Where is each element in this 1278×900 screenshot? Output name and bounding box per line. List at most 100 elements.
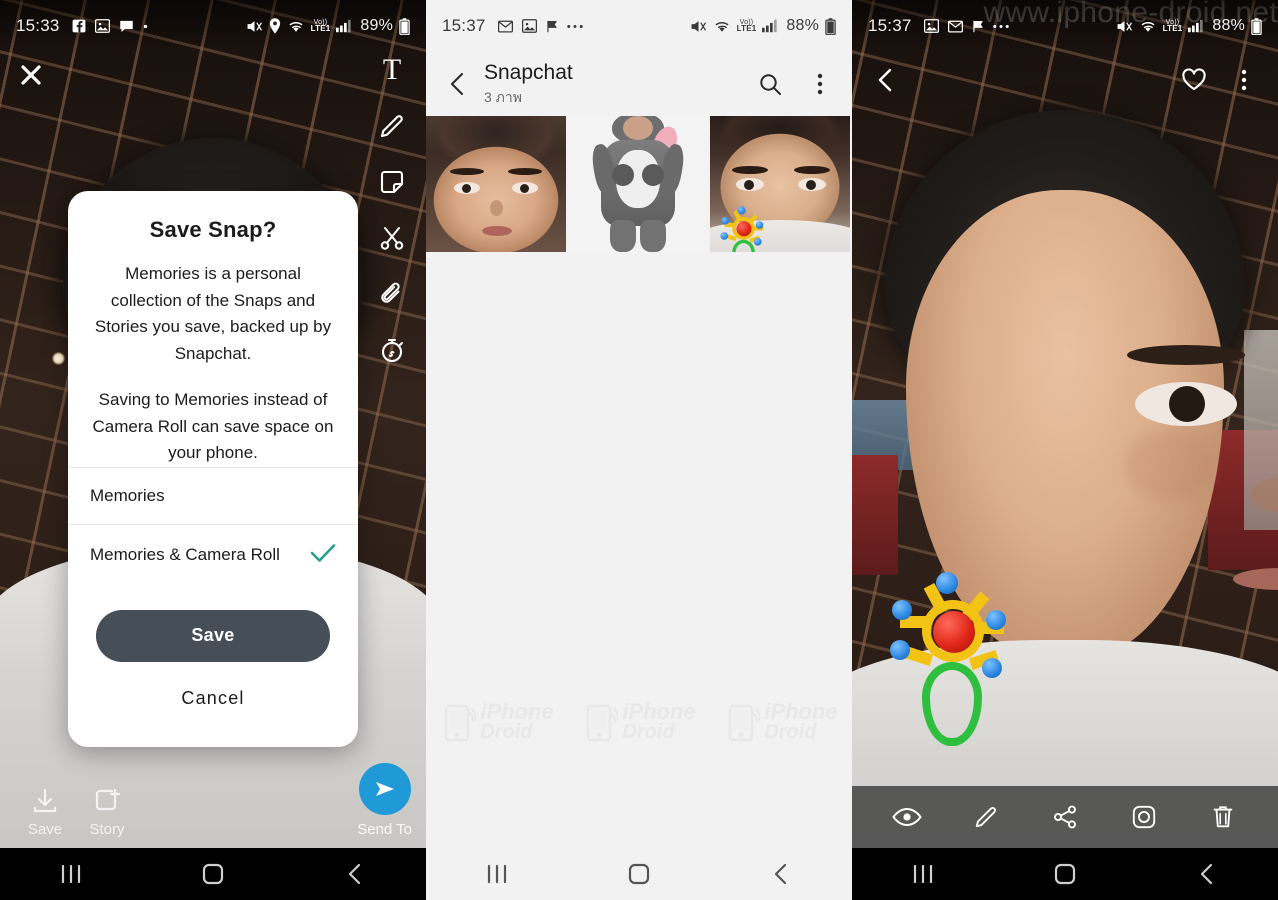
sticker-tool[interactable] (372, 162, 412, 202)
camera-icon (1132, 805, 1155, 829)
album-title: Snapchat (484, 61, 573, 84)
instagram-button[interactable] (1124, 797, 1164, 837)
add-story-icon (95, 788, 121, 811)
save-action[interactable]: Save (14, 786, 76, 838)
dialog-save-button[interactable]: Save (96, 609, 330, 662)
back-icon[interactable] (440, 66, 476, 102)
save-snap-dialog: Save Snap? Memories is a personal collec… (68, 191, 358, 747)
gmail-icon (497, 20, 513, 33)
editor-tool-rail: T (366, 50, 418, 370)
draw-tool[interactable] (372, 106, 412, 146)
three-phone-screenshots: 15:33 Vo)) LTE1 89% T Save Story Send To… (0, 0, 1278, 900)
share-button[interactable] (1045, 797, 1085, 837)
dialog-cancel-button[interactable]: Cancel (96, 662, 330, 737)
story-action-label: Story (89, 821, 125, 838)
wifi-icon (713, 19, 731, 33)
thumbnail-child-panda-costume[interactable] (568, 116, 708, 252)
home-icon[interactable] (185, 854, 241, 894)
gallery-actions (752, 66, 838, 102)
panel-snapchat-editor: 15:33 Vo)) LTE1 89% T Save Story Send To… (0, 0, 426, 900)
dialog-title: Save Snap? (149, 217, 277, 242)
pencil-icon (975, 807, 997, 828)
thumbnail-image (568, 116, 708, 252)
gallery-icon (923, 19, 939, 33)
option-memories[interactable]: Memories (68, 466, 358, 524)
status-bar: 15:37 Vo)) LTE1 88% (426, 0, 852, 52)
dialog-paragraph-2: Saving to Memories instead of Camera Rol… (92, 390, 334, 462)
check-icon (310, 543, 336, 568)
panel-photo-viewer: www.iphone-droid.net 15:37 (852, 0, 1278, 900)
option-memories-and-camera-roll[interactable]: Memories & Camera Roll (68, 523, 358, 586)
battery-icon (1251, 17, 1262, 35)
send-to-label: Send To (357, 821, 412, 838)
delete-button[interactable] (1203, 797, 1243, 837)
android-navigation-bar (852, 848, 1278, 900)
recents-icon[interactable] (895, 854, 951, 894)
album-count: 3 ภาพ (484, 89, 522, 105)
mute-icon (690, 19, 707, 34)
back-icon[interactable] (866, 60, 906, 100)
volte-icon: Vo)) LTE1 (1162, 19, 1183, 33)
text-tool[interactable]: T (372, 50, 412, 90)
mute-icon (246, 19, 263, 34)
more-vertical-icon[interactable] (802, 66, 838, 102)
more-vertical-icon[interactable] (1224, 60, 1264, 100)
battery-percent: 88% (1212, 17, 1245, 34)
dialog-actions: Save Cancel (68, 586, 358, 747)
viewer-bottom-toolbar (852, 786, 1278, 848)
share-icon (1054, 805, 1076, 829)
location-icon (269, 18, 281, 34)
eye-icon (892, 807, 923, 827)
signal-icon (762, 19, 778, 33)
flag-icon (546, 20, 558, 33)
save-action-label: Save (27, 821, 63, 838)
dialog-body: Memories is a personal collection of the… (68, 247, 358, 467)
send-icon (358, 763, 411, 815)
volte-icon: Vo)) LTE1 (310, 19, 331, 33)
more-dots-icon (566, 24, 583, 29)
recents-icon[interactable] (469, 854, 525, 894)
view-details-button[interactable] (887, 797, 927, 837)
android-navigation-bar (426, 848, 852, 900)
battery-percent: 89% (360, 17, 393, 34)
option-memories-camera-roll-label: Memories & Camera Roll (90, 545, 280, 564)
home-icon[interactable] (611, 854, 667, 894)
back-icon[interactable] (1179, 854, 1235, 894)
viewer-app-bar (852, 52, 1278, 108)
close-icon[interactable] (14, 58, 48, 92)
thumbnail-image (710, 116, 850, 252)
gmail-icon (947, 20, 963, 33)
scissors-tool[interactable] (372, 218, 412, 258)
status-notification-icons (923, 19, 1009, 33)
dialog-paragraph-1: Memories is a personal collection of the… (94, 264, 332, 363)
gallery-titles: Snapchat 3 ภาพ (484, 61, 573, 107)
wifi-icon (287, 19, 305, 33)
edit-button[interactable] (966, 797, 1006, 837)
story-action[interactable]: Story (76, 786, 138, 838)
timer-tool[interactable] (372, 330, 412, 370)
paperclip-tool[interactable] (372, 274, 412, 314)
thumbnail-boy-selfie[interactable] (710, 116, 850, 252)
thumbnail-woman-selfie[interactable] (426, 116, 566, 252)
status-system-icons: Vo)) LTE1 89% (246, 17, 410, 35)
signal-icon (1188, 19, 1204, 33)
heart-icon[interactable] (1174, 60, 1214, 100)
home-icon[interactable] (1037, 854, 1093, 894)
option-memories-label: Memories (90, 485, 165, 505)
volte-icon: Vo)) LTE1 (736, 19, 757, 33)
viewer-photo (852, 0, 1278, 900)
back-icon[interactable] (327, 854, 383, 894)
gallery-grid (426, 116, 852, 252)
battery-icon (825, 17, 836, 35)
trash-icon (1213, 806, 1232, 828)
facebook-icon (72, 19, 86, 33)
status-time: 15:37 (442, 16, 486, 35)
recents-icon[interactable] (43, 854, 99, 894)
mute-icon (1116, 19, 1133, 34)
search-icon[interactable] (752, 66, 788, 102)
viewer-app-bar-actions (1174, 60, 1264, 100)
more-dots-icon (992, 24, 1009, 29)
back-icon[interactable] (753, 854, 809, 894)
send-to-action[interactable]: Send To (357, 763, 412, 838)
battery-percent: 88% (786, 17, 819, 34)
